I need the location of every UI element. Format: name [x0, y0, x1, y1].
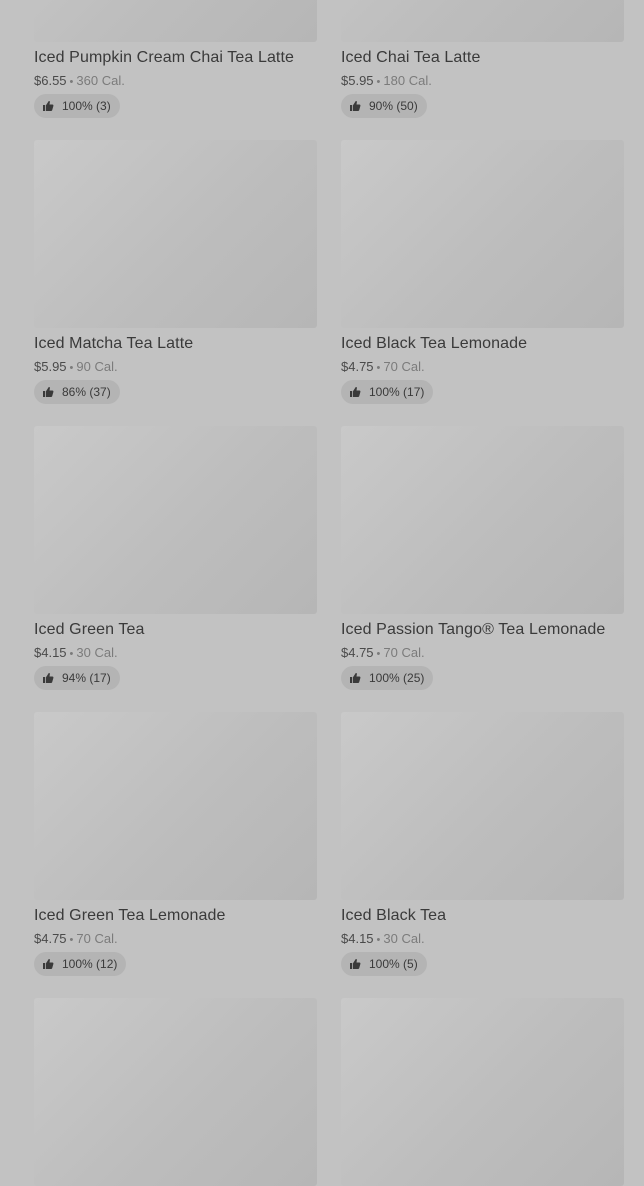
product-meta: $5.95 • 180 Cal.	[341, 72, 432, 91]
meta-separator: •	[376, 648, 381, 660]
product-card[interactable]: Iced Black Tea Lemonade $4.75 • 70 Cal. 10…	[341, 140, 624, 404]
rating-badge: 100% (17)	[341, 380, 434, 404]
product-image[interactable]	[34, 426, 317, 614]
thumbs-up-icon	[350, 959, 361, 969]
product-meta: $4.75 • 70 Cal.	[341, 358, 425, 377]
thumbs-up-icon	[350, 101, 361, 111]
rating-text: 100% (3)	[62, 99, 111, 113]
rating-text: 94% (17)	[62, 671, 111, 685]
product-image[interactable]	[341, 426, 624, 614]
rating-text: 100% (5)	[369, 957, 418, 971]
product-image[interactable]	[34, 998, 317, 1186]
product-grid: Iced Pumpkin Cream Chai Tea Latte $6.55 •…	[34, 0, 624, 1186]
product-price: $4.75	[341, 359, 374, 374]
product-image[interactable]	[34, 0, 317, 42]
product-card[interactable]: Iced Matcha Tea Latte $5.95 • 90 Cal. 86% …	[34, 140, 317, 404]
product-calories: 180 Cal.	[383, 73, 432, 88]
product-image[interactable]	[34, 712, 317, 900]
product-card[interactable]: Iced Passion Tango® Tea Lemonade $4.75 • 7…	[341, 426, 624, 690]
thumbs-up-icon	[350, 387, 361, 397]
meta-separator: •	[376, 362, 381, 374]
product-name[interactable]: Iced Passion Tango® Tea Lemonade	[341, 619, 605, 641]
product-price: $4.15	[34, 645, 67, 660]
product-image[interactable]	[341, 0, 624, 42]
product-name[interactable]: Iced Chai Tea Latte	[341, 47, 480, 69]
rating-badge: 100% (3)	[34, 94, 120, 118]
product-calories: 70 Cal.	[76, 931, 118, 946]
rating-text: 100% (25)	[369, 671, 425, 685]
product-image[interactable]	[341, 712, 624, 900]
product-meta: $4.75 • 70 Cal.	[341, 644, 425, 663]
product-calories: 70 Cal.	[383, 359, 425, 374]
rating-badge: 94% (17)	[34, 666, 120, 690]
product-card[interactable]: Iced Black Tea $4.15 • 30 Cal. 100% (5)	[341, 712, 624, 976]
rating-text: 100% (17)	[369, 385, 425, 399]
rating-badge: 86% (37)	[34, 380, 120, 404]
product-image[interactable]	[341, 140, 624, 328]
product-meta: $5.95 • 90 Cal.	[34, 358, 118, 377]
product-name[interactable]: Iced Black Tea	[341, 905, 446, 927]
meta-separator: •	[376, 934, 381, 946]
rating-badge: 100% (5)	[341, 952, 427, 976]
meta-separator: •	[69, 362, 74, 374]
product-meta: $4.15 • 30 Cal.	[341, 930, 425, 949]
thumbs-up-icon	[43, 673, 54, 683]
thumbs-up-icon	[43, 387, 54, 397]
product-image[interactable]	[34, 140, 317, 328]
product-name[interactable]: Iced Black Tea Lemonade	[341, 333, 527, 355]
rating-text: 100% (12)	[62, 957, 118, 971]
product-calories: 360 Cal.	[76, 73, 125, 88]
thumbs-up-icon	[43, 101, 54, 111]
rating-badge: 100% (25)	[341, 666, 434, 690]
product-price: $4.15	[341, 931, 374, 946]
thumbs-up-icon	[350, 673, 361, 683]
rating-text: 86% (37)	[62, 385, 111, 399]
product-price: $4.75	[34, 931, 67, 946]
product-card[interactable]: Iced Green Tea $4.15 • 30 Cal. 94% (17)	[34, 426, 317, 690]
meta-separator: •	[69, 934, 74, 946]
product-card[interactable]	[34, 998, 317, 1186]
meta-separator: •	[69, 76, 74, 88]
product-price: $4.75	[341, 645, 374, 660]
product-calories: 70 Cal.	[383, 645, 425, 660]
product-name[interactable]: Iced Matcha Tea Latte	[34, 333, 193, 355]
product-meta: $4.75 • 70 Cal.	[34, 930, 118, 949]
product-meta: $4.15 • 30 Cal.	[34, 644, 118, 663]
product-name[interactable]: Iced Green Tea	[34, 619, 145, 641]
product-card[interactable]: Iced Chai Tea Latte $5.95 • 180 Cal. 90% (…	[341, 0, 624, 118]
thumbs-up-icon	[43, 959, 54, 969]
product-meta: $6.55 • 360 Cal.	[34, 72, 125, 91]
product-card[interactable]: Iced Pumpkin Cream Chai Tea Latte $6.55 •…	[34, 0, 317, 118]
product-calories: 90 Cal.	[76, 359, 118, 374]
product-calories: 30 Cal.	[76, 645, 118, 660]
product-calories: 30 Cal.	[383, 931, 425, 946]
product-image[interactable]	[341, 998, 624, 1186]
product-name[interactable]: Iced Pumpkin Cream Chai Tea Latte	[34, 47, 294, 69]
product-price: $5.95	[341, 73, 374, 88]
rating-badge: 100% (12)	[34, 952, 127, 976]
product-card[interactable]: Iced Green Tea Lemonade $4.75 • 70 Cal. 10…	[34, 712, 317, 976]
meta-separator: •	[69, 648, 74, 660]
product-card[interactable]	[341, 998, 624, 1186]
product-price: $6.55	[34, 73, 67, 88]
rating-badge: 90% (50)	[341, 94, 427, 118]
rating-text: 90% (50)	[369, 99, 418, 113]
meta-separator: •	[376, 76, 381, 88]
product-name[interactable]: Iced Green Tea Lemonade	[34, 905, 225, 927]
product-price: $5.95	[34, 359, 67, 374]
